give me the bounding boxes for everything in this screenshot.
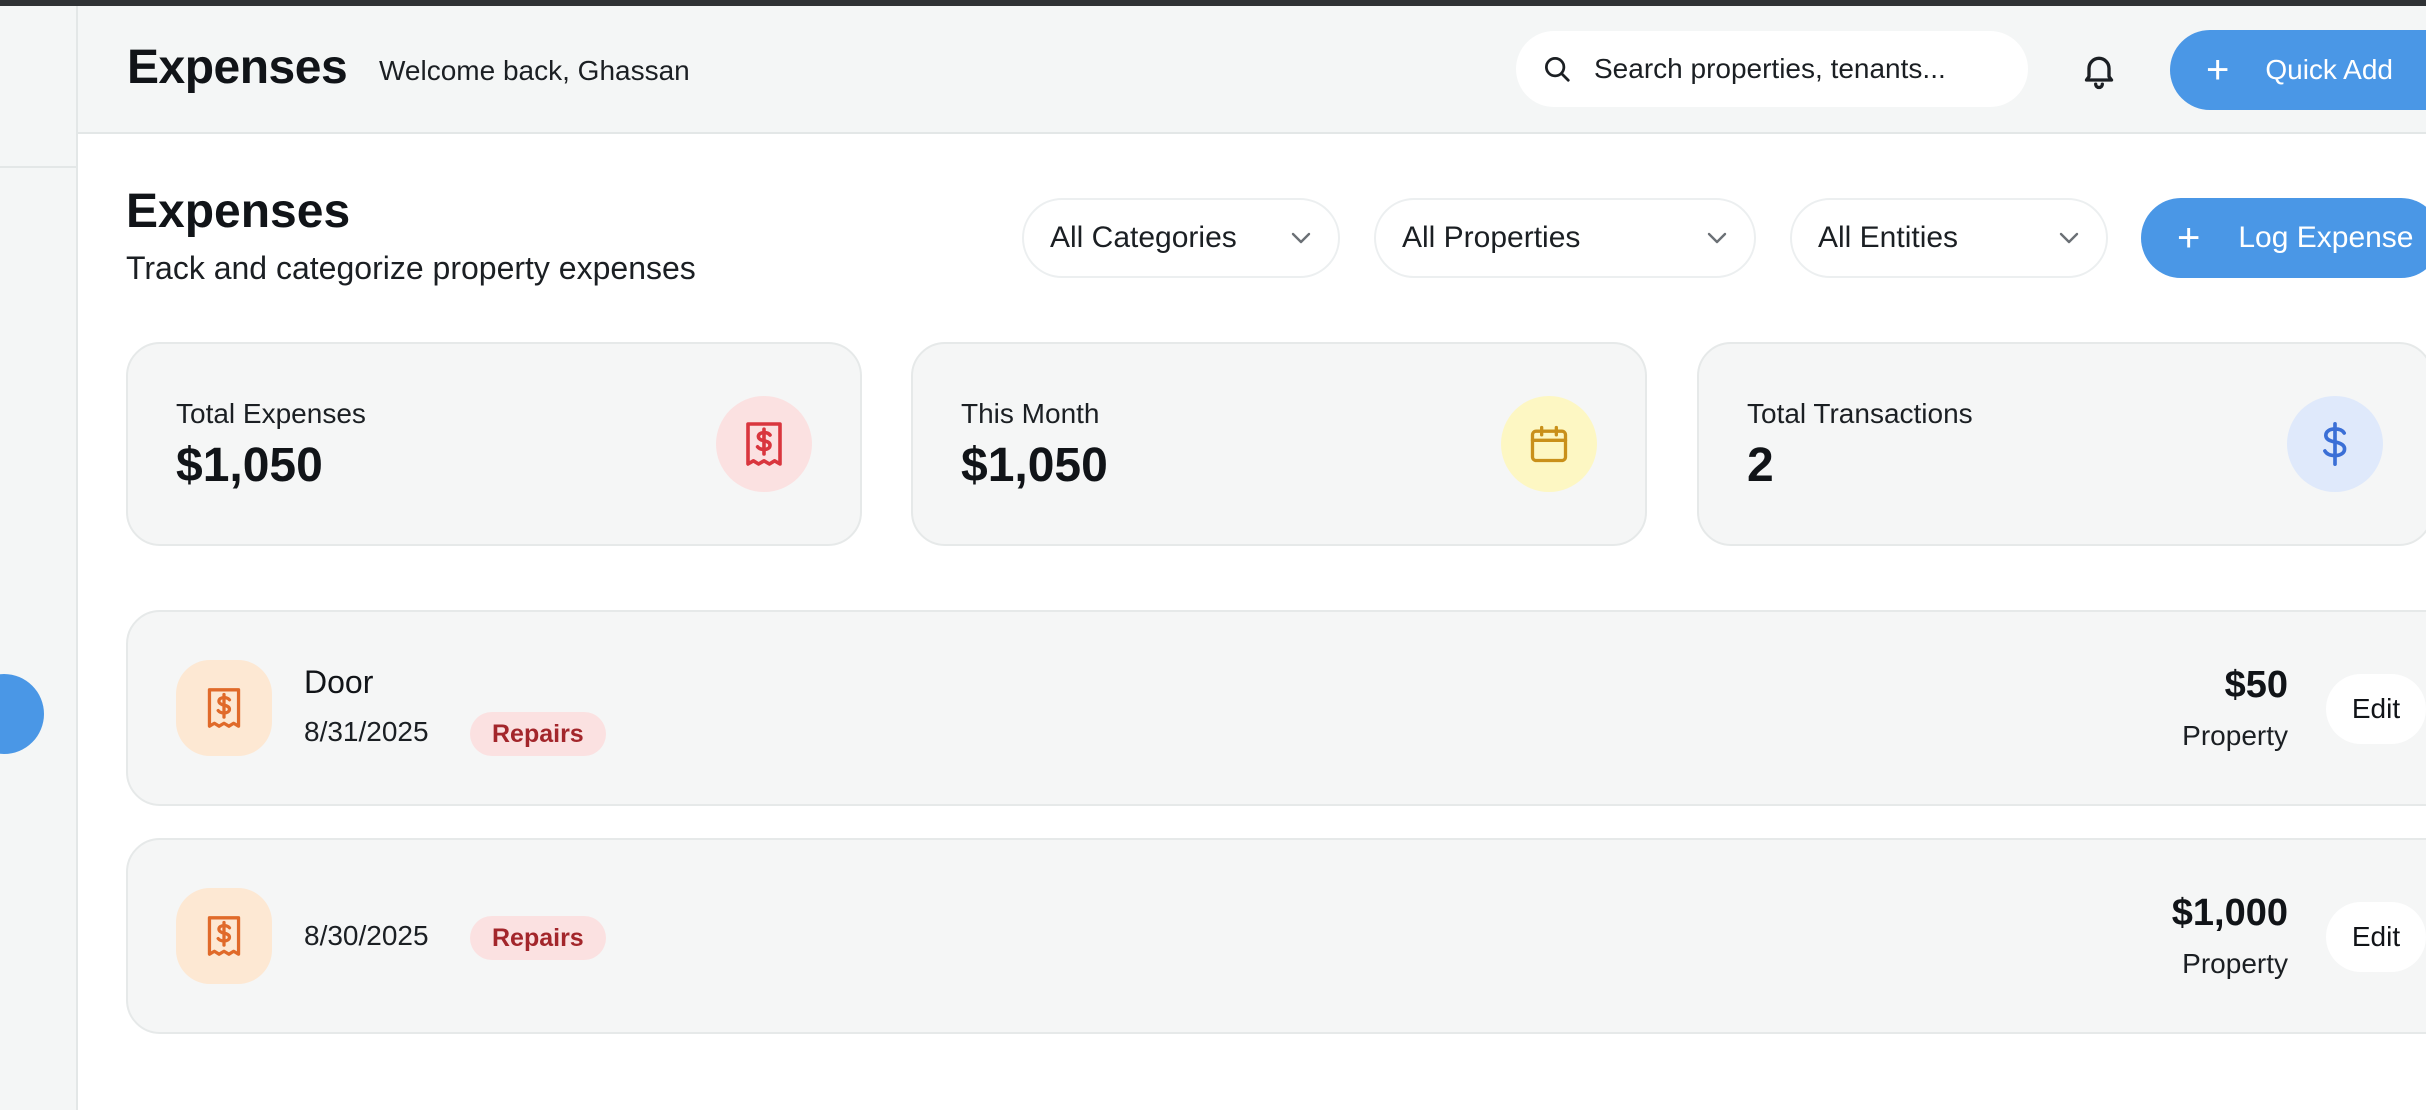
- receipt-icon: [176, 888, 272, 984]
- receipt-icon: [716, 396, 812, 492]
- stat-card-total-expenses: Total Expenses $1,050: [126, 342, 862, 546]
- category-badge: Repairs: [470, 916, 606, 960]
- sidebar: [0, 6, 78, 1110]
- stat-value: 2: [1747, 439, 1774, 492]
- top-header: Expenses Welcome back, Ghassan + Quick A…: [78, 6, 2426, 134]
- chevron-down-icon: [2059, 232, 2079, 244]
- expense-date: 8/31/2025: [304, 716, 429, 747]
- stat-value: $1,050: [176, 439, 323, 492]
- category-badge: Repairs: [470, 712, 606, 756]
- edit-expense-button[interactable]: Edit: [2326, 902, 2426, 972]
- quick-add-label: Quick Add: [2265, 54, 2393, 85]
- entity-filter-value: All Entities: [1818, 221, 1959, 254]
- expense-date: 8/30/2025: [304, 920, 429, 951]
- search-box[interactable]: [1516, 31, 2028, 107]
- search-input[interactable]: [1594, 53, 1994, 85]
- chevron-down-icon: [1291, 232, 1311, 244]
- expense-row[interactable]: Door 8/31/2025 Repairs $50 Property Edit: [126, 610, 2426, 806]
- expense-name: Door: [304, 664, 374, 700]
- entity-filter-select[interactable]: All Entities: [1790, 198, 2108, 278]
- stat-label: Total Transactions: [1747, 398, 1973, 429]
- expense-type: Property: [2182, 948, 2288, 979]
- log-expense-label: Log Expense: [2238, 221, 2414, 254]
- expense-amount: $50: [2224, 664, 2288, 706]
- log-expense-button[interactable]: + Log Expense: [2141, 198, 2426, 278]
- stat-label: Total Expenses: [176, 398, 366, 429]
- receipt-icon: [176, 660, 272, 756]
- stat-card-this-month: This Month $1,050: [911, 342, 1647, 546]
- expense-type: Property: [2182, 720, 2288, 751]
- dollar-icon: [2287, 396, 2383, 492]
- plus-icon: +: [2206, 48, 2230, 92]
- page-subtitle: Track and categorize property expenses: [126, 250, 696, 286]
- property-filter-select[interactable]: All Properties: [1374, 198, 1756, 278]
- calendar-icon: [1501, 396, 1597, 492]
- category-filter-value: All Categories: [1050, 221, 1237, 254]
- page-title: Expenses: [126, 185, 351, 238]
- stat-value: $1,050: [961, 439, 1108, 492]
- plus-icon: +: [2177, 216, 2201, 260]
- welcome-message: Welcome back, Ghassan: [379, 55, 690, 86]
- property-filter-value: All Properties: [1402, 221, 1581, 254]
- expense-row[interactable]: 8/30/2025 Repairs $1,000 Property Edit: [126, 838, 2426, 1034]
- edit-expense-button[interactable]: Edit: [2326, 674, 2426, 744]
- expense-amount: $1,000: [2171, 892, 2288, 934]
- category-filter-select[interactable]: All Categories: [1022, 198, 1340, 278]
- stat-card-total-transactions: Total Transactions 2: [1697, 342, 2426, 546]
- search-icon: [1545, 57, 1570, 82]
- notification-bell-icon[interactable]: [2079, 50, 2119, 90]
- stat-label: This Month: [961, 398, 1100, 429]
- sidebar-divider: [0, 166, 76, 168]
- header-title: Expenses: [127, 41, 348, 94]
- quick-add-button[interactable]: + Quick Add: [2170, 30, 2426, 110]
- chevron-down-icon: [1707, 232, 1727, 244]
